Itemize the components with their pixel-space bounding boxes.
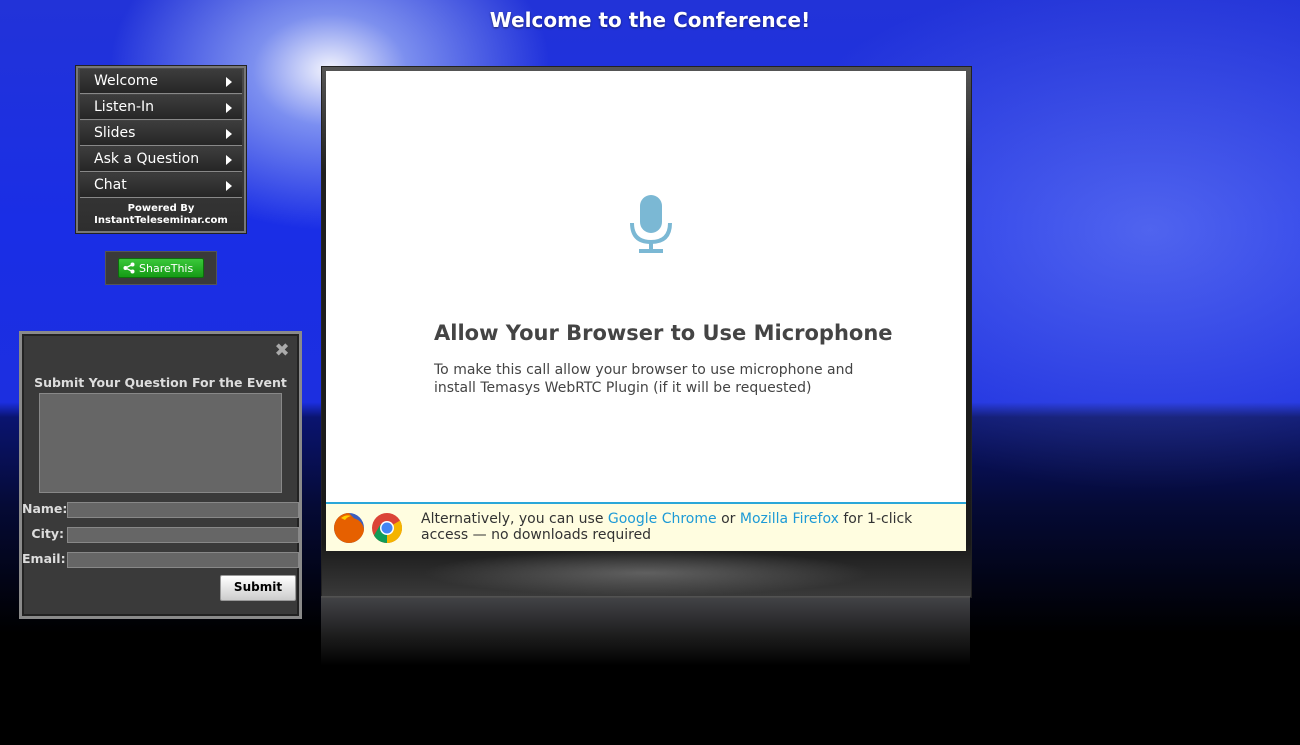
- nav-menu: Welcome Listen-In Slides Ask a Question …: [76, 66, 246, 233]
- submit-button[interactable]: Submit: [220, 575, 296, 601]
- microphone-permission-dialog: Allow Your Browser to Use Microphone To …: [326, 71, 966, 502]
- powered-by-link[interactable]: Powered By InstantTeleseminar.com: [78, 203, 244, 227]
- mozilla-firefox-link[interactable]: Mozilla Firefox: [740, 511, 839, 527]
- question-textarea[interactable]: [39, 393, 282, 493]
- share-label: ShareThis: [139, 262, 194, 275]
- alt-or: or: [716, 511, 740, 527]
- menu-item-label: Chat: [94, 177, 127, 193]
- google-chrome-link[interactable]: Google Chrome: [608, 511, 717, 527]
- city-label: City:: [31, 526, 64, 541]
- email-label: Email:: [22, 551, 66, 566]
- dialog-body: To make this call allow your browser to …: [434, 362, 854, 396]
- powered-by-label: Powered By: [127, 203, 195, 214]
- menu-item-listen-in[interactable]: Listen-In: [80, 95, 242, 120]
- chevron-right-icon: [226, 129, 232, 139]
- alt-prefix: Alternatively, you can use: [421, 511, 608, 527]
- microphone-icon: [630, 195, 672, 253]
- menu-item-chat[interactable]: Chat: [80, 173, 242, 198]
- share-box: ShareThis: [105, 251, 217, 285]
- alternative-browsers-bar: Alternatively, you can use Google Chrome…: [326, 502, 966, 551]
- name-field[interactable]: [67, 502, 299, 518]
- close-icon[interactable]: ✖: [273, 342, 291, 360]
- frame-glow: [421, 550, 871, 596]
- dialog-title: Allow Your Browser to Use Microphone: [434, 321, 893, 345]
- share-button[interactable]: ShareThis: [118, 258, 204, 278]
- menu-item-label: Ask a Question: [94, 151, 200, 167]
- firefox-icon[interactable]: [333, 512, 365, 544]
- alternative-browsers-text: Alternatively, you can use Google Chrome…: [421, 511, 941, 543]
- menu-item-label: Slides: [94, 125, 136, 141]
- name-label: Name:: [22, 501, 68, 516]
- chevron-right-icon: [226, 155, 232, 165]
- menu-item-welcome[interactable]: Welcome: [80, 69, 242, 94]
- menu-item-ask-question[interactable]: Ask a Question: [80, 147, 242, 172]
- share-icon: [123, 262, 135, 274]
- question-panel: ✖ Submit Your Question For the Event Her…: [19, 331, 302, 619]
- email-field[interactable]: [67, 552, 299, 568]
- powered-by-site: InstantTeleseminar.com: [94, 215, 228, 226]
- chrome-icon[interactable]: [371, 512, 403, 544]
- frame-reflection: [321, 596, 970, 666]
- chevron-right-icon: [226, 103, 232, 113]
- chevron-right-icon: [226, 77, 232, 87]
- menu-item-label: Listen-In: [94, 99, 155, 115]
- chevron-right-icon: [226, 181, 232, 191]
- page-title: Welcome to the Conference!: [489, 8, 811, 32]
- city-field[interactable]: [67, 527, 299, 543]
- menu-item-label: Welcome: [94, 73, 159, 89]
- menu-item-slides[interactable]: Slides: [80, 121, 242, 146]
